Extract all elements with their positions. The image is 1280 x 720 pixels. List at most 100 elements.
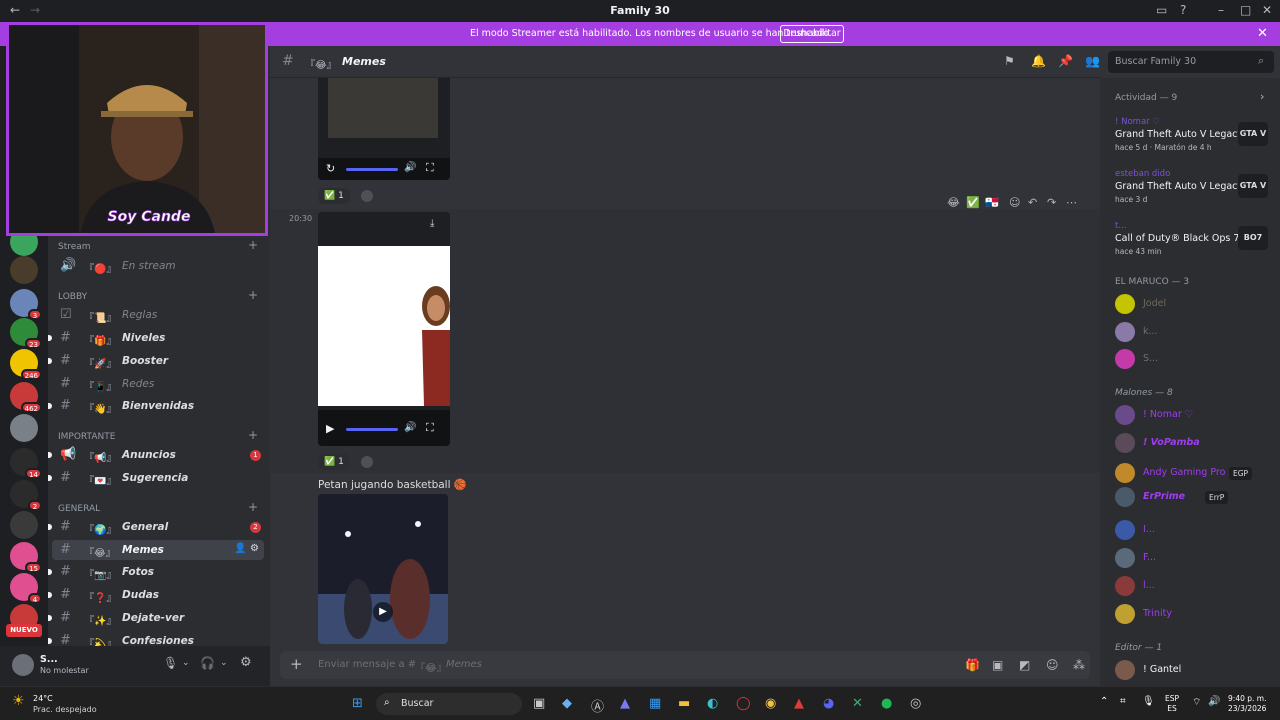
edge-icon[interactable]: ◐: [707, 696, 718, 711]
close-window-icon[interactable]: ✕: [1262, 3, 1272, 17]
channel-item[interactable]: # 『🌍』 General 2: [48, 517, 264, 537]
member-list-icon[interactable]: 👥: [1085, 54, 1100, 68]
play-icon[interactable]: ▶: [326, 422, 334, 435]
channel-item-active[interactable]: # 『😂』 Memes 👤 ⚙: [52, 540, 264, 560]
chevron-down-icon[interactable]: ⌄: [220, 658, 228, 668]
wifi-icon[interactable]: ⌔: [1192, 696, 1201, 709]
server-icon[interactable]: [10, 256, 38, 284]
search-input[interactable]: Buscar Family 30 ⌕: [1108, 51, 1274, 73]
file-explorer-icon[interactable]: ▬: [678, 696, 690, 711]
flag-reaction-icon[interactable]: 🇵🇦: [985, 196, 999, 209]
member-item[interactable]: Trinity: [1115, 604, 1275, 626]
video-attachment[interactable]: ▶: [318, 494, 448, 644]
channel-item[interactable]: # 『✨』 Dejate-ver: [48, 608, 264, 628]
channel-item[interactable]: # 『👋』 Bienvenidas: [48, 396, 264, 416]
teams-icon[interactable]: ▲: [620, 696, 630, 711]
sticker-icon[interactable]: ◩: [1019, 658, 1030, 672]
category-lobby[interactable]: LOBBY: [58, 292, 87, 302]
more-icon[interactable]: ⋯: [1066, 196, 1077, 209]
chevron-down-icon[interactable]: ⌄: [182, 658, 190, 668]
channel-item[interactable]: # 『❓』 Dudas: [48, 585, 264, 605]
server-icon[interactable]: [10, 414, 38, 442]
volume-icon[interactable]: 🔊: [404, 162, 416, 173]
network-tray-icon[interactable]: ⌗: [1120, 696, 1126, 707]
server-icon[interactable]: 462: [10, 382, 42, 413]
channel-item[interactable]: ☑ 『📜』 Reglas: [52, 305, 264, 325]
server-icon[interactable]: 2: [10, 480, 42, 511]
help-icon[interactable]: ?: [1180, 3, 1186, 17]
channel-item[interactable]: # 『📱』 Redes: [52, 374, 264, 394]
start-icon[interactable]: ⊞: [352, 696, 363, 711]
minimize-icon[interactable]: –: [1218, 3, 1224, 17]
spotify-icon[interactable]: ●: [881, 696, 892, 711]
discord-icon[interactable]: ◕: [823, 696, 834, 711]
bell-icon[interactable]: 🔔: [1031, 54, 1046, 68]
language-indicator[interactable]: ESP ES: [1165, 694, 1179, 714]
microphone-tray-icon[interactable]: 🎙: [1142, 696, 1155, 707]
apps-icon[interactable]: ⁂: [1073, 658, 1085, 672]
store-icon[interactable]: ▦: [649, 696, 661, 711]
server-icon[interactable]: 3: [10, 289, 42, 320]
activity-card[interactable]: t... Call of Duty® Black Ops 7 hace 43 m…: [1108, 220, 1274, 266]
video-attachment[interactable]: ⤓ ▶ 🔊 ⛶: [318, 212, 450, 446]
server-icon[interactable]: 246: [10, 349, 42, 380]
inbox-icon[interactable]: ▭: [1156, 3, 1167, 17]
server-icon[interactable]: 23: [10, 318, 42, 349]
copilot-icon[interactable]: ◆: [562, 696, 572, 711]
invite-icon[interactable]: 👤: [234, 543, 246, 554]
opera-icon[interactable]: ◯: [736, 696, 751, 711]
member-item[interactable]: ErPrime ErrP: [1115, 487, 1275, 509]
progress-bar[interactable]: [346, 168, 398, 171]
add-channel-icon[interactable]: +: [248, 500, 258, 514]
message-input[interactable]: + Enviar mensaje a # 『😂』 Memes 🎁 ▣ ◩ ☺ ⁂: [280, 651, 1090, 679]
reply-icon[interactable]: ↶: [1028, 196, 1037, 209]
member-item[interactable]: k...: [1115, 322, 1275, 344]
channel-item[interactable]: 📢 『📢』 Anuncios 1: [48, 445, 264, 465]
activity-card[interactable]: esteban dido Grand Theft Auto V Legacy h…: [1108, 168, 1274, 214]
activity-card[interactable]: ! Nomar ♡ Grand Theft Auto V Legacy hace…: [1108, 116, 1274, 162]
channel-item[interactable]: # 『📷』 Fotos: [48, 562, 264, 582]
member-item[interactable]: Andy Gaming Pro EGP: [1115, 463, 1275, 485]
member-item[interactable]: ! VoPamba: [1115, 433, 1275, 455]
volume-icon[interactable]: 🔊: [404, 422, 416, 433]
reaction-check[interactable]: ✅ 1: [318, 188, 350, 204]
acrobat-icon[interactable]: ▲: [794, 696, 804, 711]
category-general[interactable]: GENERAL: [58, 504, 100, 514]
taskbar-search[interactable]: ⌕ Buscar: [376, 693, 522, 715]
channel-item[interactable]: # 『🚀』 Booster: [48, 351, 264, 371]
download-icon[interactable]: ⤓: [430, 218, 434, 229]
member-item[interactable]: F...: [1115, 548, 1275, 570]
member-item[interactable]: ! Gantel: [1115, 660, 1275, 682]
fullscreen-icon[interactable]: ⛶: [426, 421, 434, 435]
gift-icon[interactable]: 🎁: [965, 658, 980, 672]
add-channel-icon[interactable]: +: [248, 428, 258, 442]
add-channel-icon[interactable]: +: [248, 288, 258, 302]
headphones-icon[interactable]: 🎧: [200, 656, 215, 670]
member-item[interactable]: I...: [1115, 520, 1275, 542]
video-attachment[interactable]: ↻ 🔊 ⛶: [318, 78, 450, 180]
server-icon[interactable]: 4: [10, 573, 42, 604]
server-icon[interactable]: 14: [10, 448, 42, 479]
member-item[interactable]: S...: [1115, 349, 1275, 371]
avatar[interactable]: [12, 654, 34, 676]
pin-icon[interactable]: 📌: [1058, 54, 1073, 68]
category-importante[interactable]: IMPORTANTE: [58, 432, 115, 442]
check-reaction-icon[interactable]: ✅: [966, 196, 980, 209]
microphone-icon[interactable]: 🎙: [163, 656, 178, 670]
chevron-right-icon[interactable]: ›: [1260, 90, 1264, 103]
obs-icon[interactable]: ◎: [910, 696, 921, 711]
replay-icon[interactable]: ↻: [326, 162, 335, 175]
channel-item[interactable]: # 『🎁』 Niveles: [48, 328, 264, 348]
progress-bar[interactable]: [346, 428, 398, 431]
play-icon[interactable]: ▶: [373, 602, 393, 622]
settings-icon[interactable]: ⚙: [240, 655, 252, 670]
channel-item[interactable]: 🔊 『🔴』 En stream: [52, 256, 264, 276]
category-stream[interactable]: Stream: [58, 242, 91, 252]
emoji-icon[interactable]: ☺: [1046, 658, 1059, 672]
maximize-icon[interactable]: □: [1240, 3, 1251, 17]
member-item[interactable]: ! Nomar ♡: [1115, 405, 1275, 427]
disable-streamer-button[interactable]: Deshabilitar: [780, 25, 844, 43]
forward-icon[interactable]: ↷: [1047, 196, 1056, 209]
weather-icon[interactable]: ☀: [12, 693, 25, 709]
gear-icon[interactable]: ⚙: [250, 543, 259, 554]
